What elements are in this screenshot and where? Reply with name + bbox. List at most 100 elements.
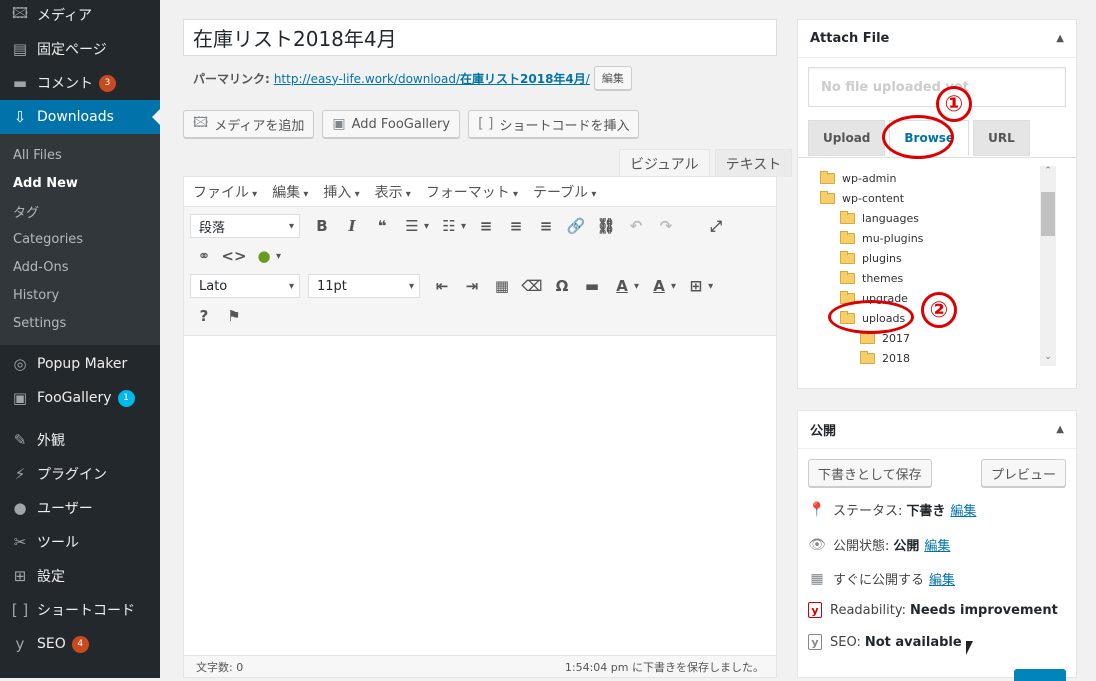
tree-scrollbar[interactable]: ⌃ ⌄ bbox=[1040, 166, 1056, 366]
submenu-item-history[interactable]: History bbox=[0, 281, 160, 309]
align-left-icon[interactable]: ≡ bbox=[472, 213, 500, 239]
help-icon[interactable]: ? bbox=[190, 303, 218, 329]
attach-file-header[interactable]: Attach File ▲ bbox=[798, 20, 1076, 58]
permalink-link[interactable]: http://easy-life.work/download/在庫リスト2018… bbox=[274, 70, 590, 87]
tab-upload[interactable]: Upload bbox=[808, 120, 886, 156]
tab-url[interactable]: URL bbox=[973, 120, 1030, 156]
edit-schedule-link[interactable]: 編集 bbox=[929, 569, 955, 588]
undo-icon[interactable]: ↶ bbox=[622, 213, 650, 239]
submenu-item-settings[interactable]: Settings bbox=[0, 309, 160, 337]
format-select[interactable]: 段落 bbox=[190, 214, 300, 238]
editor-content-area[interactable] bbox=[184, 336, 776, 656]
menu-table[interactable]: テーブル bbox=[533, 182, 596, 202]
add-media-button[interactable]: 🖾 メディアを追加 bbox=[183, 110, 315, 138]
permalink-edit-button[interactable]: 編集 bbox=[593, 66, 632, 90]
edit-visibility-link[interactable]: 編集 bbox=[924, 535, 950, 554]
collapse-icon[interactable]: ▲ bbox=[1056, 424, 1064, 435]
outdent-icon[interactable]: ⇤ bbox=[428, 273, 456, 299]
font-size-select[interactable]: 11pt bbox=[308, 274, 420, 298]
numbered-list-icon[interactable]: ☷ bbox=[435, 213, 463, 239]
clear-format-icon[interactable]: ⌫ bbox=[518, 273, 546, 299]
menu-item-media[interactable]: 🖾 メディア bbox=[0, 0, 160, 32]
insert-shortcode-button[interactable]: [ ] ショートコードを挿入 bbox=[468, 110, 640, 138]
submenu-item-add-ons[interactable]: Add-Ons bbox=[0, 253, 160, 281]
menu-view[interactable]: 表示 bbox=[375, 182, 411, 202]
menu-format[interactable]: フォーマット bbox=[426, 182, 518, 202]
menu-item-comments[interactable]: ▬ コメント 3 bbox=[0, 66, 160, 100]
table-icon[interactable]: ⊞ bbox=[682, 273, 710, 299]
add-foogallery-button[interactable]: ▣ Add FooGallery bbox=[322, 110, 461, 138]
tree-item[interactable]: languages bbox=[840, 208, 919, 228]
binoculars-icon[interactable]: ⚭ bbox=[190, 243, 218, 269]
autosave-status: 1:54:04 pm に下書きを保存しました。 bbox=[564, 660, 764, 674]
scroll-up-icon[interactable]: ⌃ bbox=[1040, 166, 1056, 180]
bookmark-icon[interactable]: ⚑ bbox=[220, 303, 248, 329]
chevron-down-icon[interactable]: ▾ bbox=[671, 281, 676, 292]
unlink-icon[interactable]: ⛓ bbox=[592, 213, 620, 239]
code-icon[interactable]: <> bbox=[220, 243, 248, 269]
font-family-select[interactable]: Lato bbox=[190, 274, 300, 298]
blockquote-icon[interactable]: ❝ bbox=[368, 213, 396, 239]
menu-item-popup-maker[interactable]: ◎ Popup Maker bbox=[0, 347, 160, 381]
menu-item-foogallery[interactable]: ▣ FooGallery 1 bbox=[0, 381, 160, 415]
fullscreen-icon[interactable]: ⤢ bbox=[702, 213, 730, 239]
menu-item-appearance[interactable]: ✎ 外観 bbox=[0, 423, 160, 457]
edit-status-link[interactable]: 編集 bbox=[950, 500, 976, 519]
menu-item-pages[interactable]: ▤ 固定ページ bbox=[0, 32, 160, 66]
align-right-icon[interactable]: ≡ bbox=[532, 213, 560, 239]
scroll-down-icon[interactable]: ⌄ bbox=[1040, 352, 1056, 366]
chevron-down-icon[interactable]: ▾ bbox=[461, 221, 466, 232]
chevron-down-icon[interactable]: ▾ bbox=[424, 221, 429, 232]
publish-header[interactable]: 公開 ▲ bbox=[798, 411, 1076, 449]
redo-icon[interactable]: ↷ bbox=[652, 213, 680, 239]
menu-item-shortcode[interactable]: [ ] ショートコード bbox=[0, 593, 160, 627]
collapse-icon[interactable]: ▲ bbox=[1056, 33, 1064, 44]
tree-item[interactable]: themes bbox=[840, 268, 903, 288]
word-count: 文字数: 0 bbox=[196, 660, 244, 674]
publish-button[interactable] bbox=[1014, 669, 1066, 681]
tree-item[interactable]: 2018 bbox=[860, 348, 910, 368]
chevron-down-icon[interactable]: ▾ bbox=[276, 251, 281, 262]
link-icon[interactable]: 🔗 bbox=[562, 213, 590, 239]
bullet-list-icon[interactable]: ☰ bbox=[398, 213, 426, 239]
submenu-item-all-files[interactable]: All Files bbox=[0, 141, 160, 169]
foogallery-editor-icon[interactable]: ● bbox=[250, 243, 278, 269]
submenu-item-add-new[interactable]: Add New bbox=[0, 169, 160, 197]
submenu-item-tags[interactable]: タグ bbox=[0, 197, 160, 225]
menu-item-tools[interactable]: ✂ ツール bbox=[0, 525, 160, 559]
user-icon: ● bbox=[13, 499, 27, 517]
menu-item-settings[interactable]: ⊞ 設定 bbox=[0, 559, 160, 593]
tree-item[interactable]: plugins bbox=[840, 248, 902, 268]
indent-icon[interactable]: ⇥ bbox=[458, 273, 486, 299]
horizontal-rule-icon[interactable]: ▬ bbox=[578, 273, 606, 299]
menu-insert[interactable]: 挿入 bbox=[323, 182, 359, 202]
menu-file[interactable]: ファイル bbox=[193, 182, 257, 202]
preview-button[interactable]: プレビュー bbox=[980, 459, 1066, 487]
menu-item-plugins[interactable]: ⚡ プラグイン bbox=[0, 457, 160, 491]
chevron-down-icon[interactable]: ▾ bbox=[634, 281, 639, 292]
menu-edit[interactable]: 編集 bbox=[272, 182, 308, 202]
paste-text-icon[interactable]: ▦ bbox=[488, 273, 516, 299]
chevron-down-icon[interactable]: ▾ bbox=[708, 281, 713, 292]
menu-item-users[interactable]: ● ユーザー bbox=[0, 491, 160, 525]
submenu-item-categories[interactable]: Categories bbox=[0, 225, 160, 253]
menu-item-seo[interactable]: y SEO 4 bbox=[0, 627, 160, 661]
foogallery-count-badge: 1 bbox=[117, 389, 135, 407]
tree-item[interactable]: wp-admin bbox=[820, 168, 896, 188]
permalink-label: パーマリンク: bbox=[193, 71, 270, 86]
special-char-icon[interactable]: Ω bbox=[548, 273, 576, 299]
tab-text[interactable]: テキスト bbox=[714, 149, 793, 177]
tab-visual[interactable]: ビジュアル bbox=[619, 149, 710, 177]
save-draft-button[interactable]: 下書きとして保存 bbox=[808, 459, 932, 487]
tree-item[interactable]: wp-content bbox=[820, 188, 904, 208]
scrollbar-thumb[interactable] bbox=[1041, 192, 1055, 236]
highlight-color-icon[interactable]: A bbox=[608, 273, 636, 299]
italic-icon[interactable]: I bbox=[338, 213, 366, 239]
tree-item[interactable]: mu-plugins bbox=[840, 228, 923, 248]
bold-icon[interactable]: B bbox=[308, 213, 336, 239]
menu-item-downloads[interactable]: ⇩ Downloads bbox=[0, 100, 160, 134]
align-center-icon[interactable]: ≡ bbox=[502, 213, 530, 239]
publish-actions: 下書きとして保存 プレビュー bbox=[808, 459, 1066, 487]
text-color-icon[interactable]: A bbox=[645, 273, 673, 299]
post-title-input[interactable]: 在庫リスト2018年4月 bbox=[183, 19, 777, 56]
